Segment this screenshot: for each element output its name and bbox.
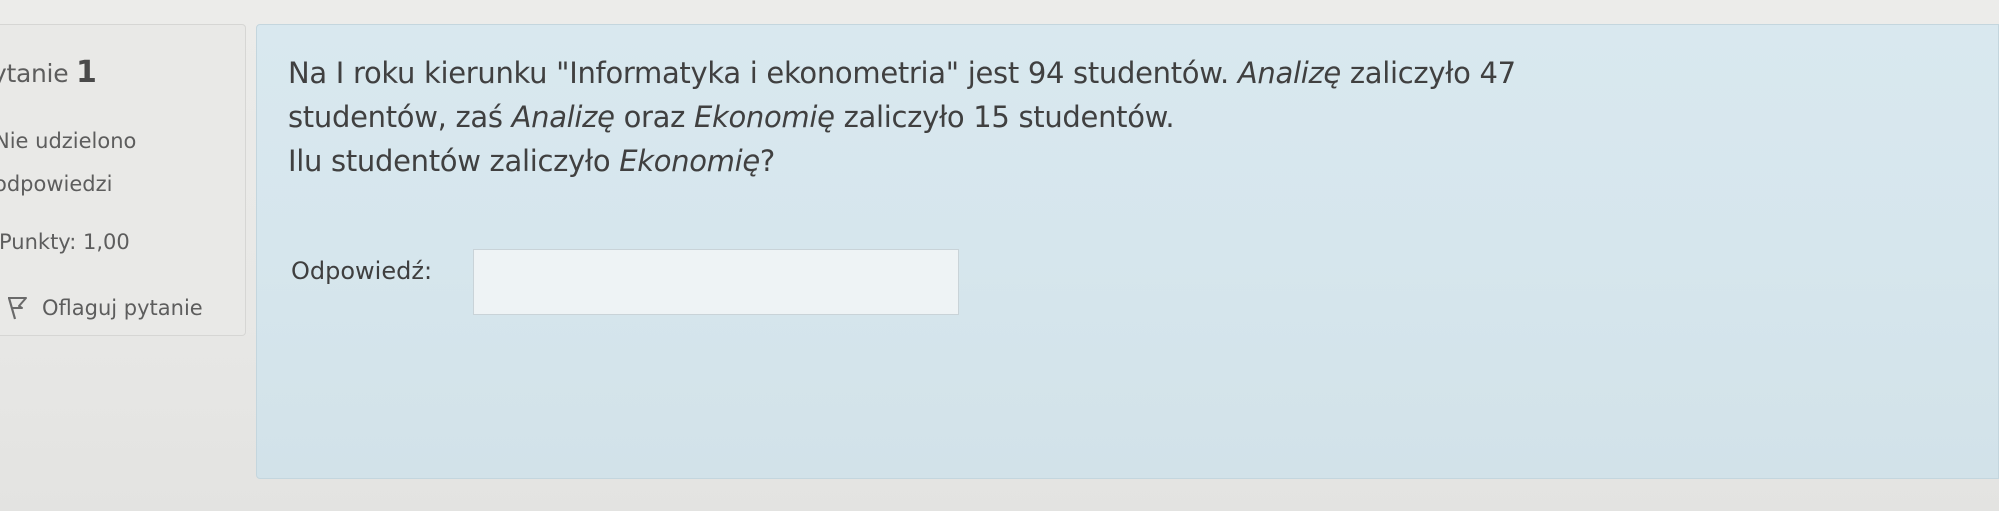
question-text-line2: studentów, zaś Analizę oraz Ekonomię zal… — [288, 95, 1888, 139]
question-text-segment: ? — [759, 144, 776, 178]
question-state-line2: odpowiedzi — [0, 172, 113, 196]
question-number-value: 1 — [75, 55, 97, 90]
answer-label: Odpowiedź: — [291, 257, 433, 285]
flag-question-link[interactable]: Oflaguj pytanie — [6, 296, 203, 320]
question-text: Na I roku kierunku "Informatyka i ekonom… — [288, 51, 1888, 183]
question-text-segment: Na I roku kierunku "Informatyka i ekonom… — [288, 56, 1238, 90]
question-text-line3: Ilu studentów zaliczyło Ekonomię? — [288, 139, 1888, 183]
question-text-line1: Na I roku kierunku "Informatyka i ekonom… — [288, 51, 1888, 95]
question-text-emphasis: Ekonomię — [693, 100, 835, 134]
question-number: ytanie 1 — [0, 55, 97, 90]
question-text-segment: zaliczyło 47 — [1340, 56, 1516, 90]
question-text-emphasis: Ekonomię — [619, 144, 760, 178]
question-info-panel: ytanie 1 Nie udzielono odpowiedzi Punkty… — [0, 24, 246, 336]
question-grade: Punkty: 1,00 — [0, 230, 130, 254]
question-text-segment: Ilu studentów zaliczyło — [288, 144, 620, 178]
flag-icon — [6, 296, 28, 320]
question-state: Nie udzielono odpowiedzi — [0, 120, 234, 206]
question-text-segment: studentów, zaś — [288, 100, 512, 134]
question-label: ytanie — [0, 59, 69, 88]
question-text-segment: zaliczyło 15 studentów. — [834, 100, 1175, 134]
question-text-emphasis: Analizę — [1237, 56, 1341, 90]
question-content: Na I roku kierunku "Informatyka i ekonom… — [256, 24, 1999, 479]
answer-input[interactable] — [473, 249, 959, 315]
flag-question-label: Oflaguj pytanie — [42, 296, 203, 320]
question-state-line1: Nie udzielono — [0, 129, 137, 153]
question-text-segment: oraz — [614, 100, 694, 134]
question-text-emphasis: Analizę — [511, 100, 615, 134]
